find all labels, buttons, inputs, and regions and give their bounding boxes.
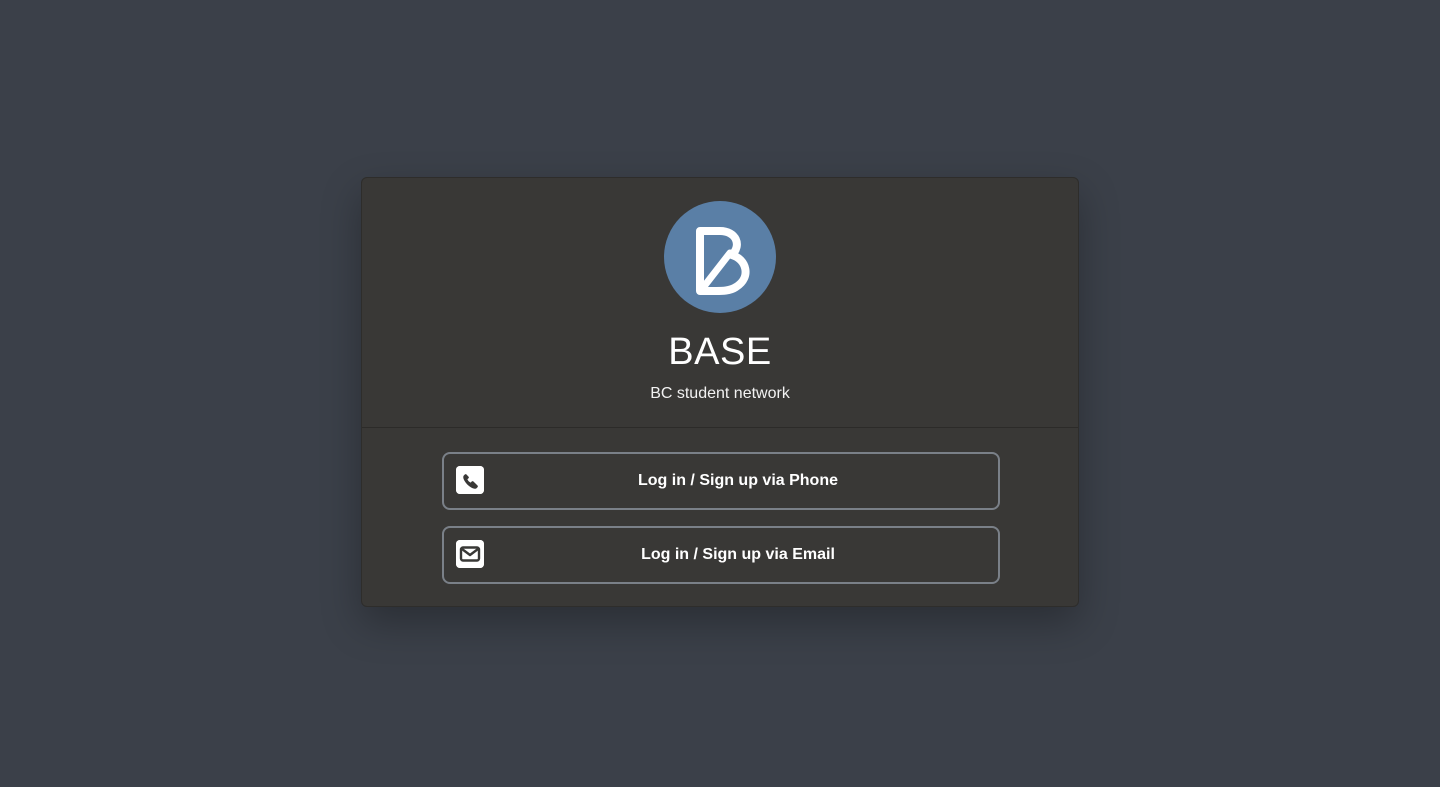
phone-login-button[interactable]: Log in / Sign up via Phone [442, 452, 1000, 510]
phone-login-label: Log in / Sign up via Phone [638, 472, 838, 489]
email-login-button[interactable]: Log in / Sign up via Email [442, 526, 1000, 584]
app-subtitle: BC student network [650, 385, 790, 402]
card-header: BASE BC student network [362, 178, 1078, 428]
login-page: BASE BC student network Log in / Sign up… [0, 0, 1440, 787]
email-login-label: Log in / Sign up via Email [641, 546, 835, 563]
app-title: BASE [668, 331, 772, 373]
auth-options: Log in / Sign up via Phone Log in / Sign… [362, 428, 1078, 608]
login-card: BASE BC student network Log in / Sign up… [361, 177, 1079, 607]
base-logo-icon [664, 201, 776, 313]
